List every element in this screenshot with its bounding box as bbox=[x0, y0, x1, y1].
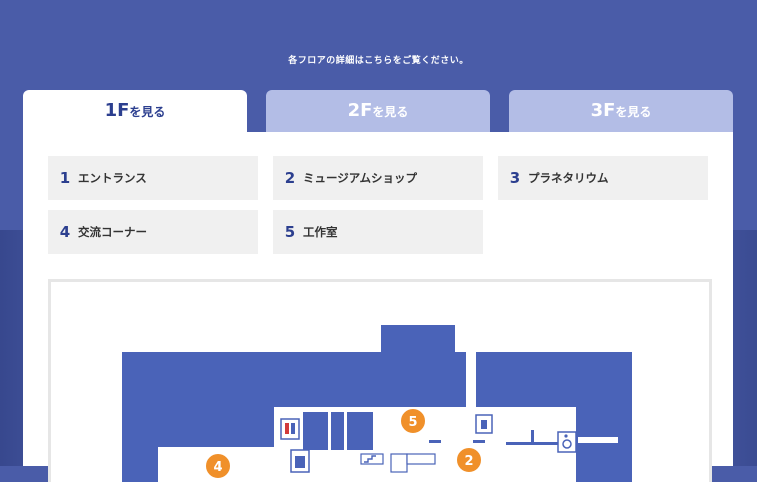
locker-icon bbox=[475, 414, 493, 434]
map-door bbox=[473, 440, 485, 443]
restroom-icon bbox=[280, 418, 300, 440]
area-button-planetarium[interactable]: 3 プラネタリウム bbox=[498, 156, 708, 200]
map-corridor-vertical bbox=[466, 352, 476, 407]
area-label: 工作室 bbox=[303, 225, 338, 239]
map-marker-4[interactable]: 4 bbox=[204, 452, 232, 480]
area-button-exchange-corner[interactable]: 4 交流コーナー bbox=[48, 210, 258, 254]
area-number: 2 bbox=[284, 169, 296, 187]
area-label: 交流コーナー bbox=[78, 225, 147, 239]
area-label: プラネタリウム bbox=[528, 171, 609, 185]
tab-3f[interactable]: 3Fを見る bbox=[509, 90, 733, 132]
area-number: 1 bbox=[59, 169, 71, 187]
map-gap bbox=[578, 437, 618, 443]
map-room-top bbox=[381, 325, 455, 353]
map-marker-2[interactable]: 2 bbox=[455, 446, 483, 474]
map-room-lower-right bbox=[576, 442, 632, 482]
area-button-museum-shop[interactable]: 2 ミュージアムショップ bbox=[273, 156, 483, 200]
area-number: 4 bbox=[59, 223, 71, 241]
area-label: エントランス bbox=[78, 171, 147, 185]
map-room-divider bbox=[344, 412, 347, 450]
map-ledge bbox=[531, 430, 534, 445]
map-marker-5[interactable]: 5 bbox=[399, 407, 427, 435]
area-button-entrance[interactable]: 1 エントランス bbox=[48, 156, 258, 200]
tab-3f-floor: 3F bbox=[590, 100, 616, 121]
marker-label: 5 bbox=[408, 415, 417, 430]
tab-3f-label: を見る bbox=[615, 105, 652, 119]
tab-1f[interactable]: 1Fを見る bbox=[23, 90, 247, 132]
floor-map: 5 2 4 bbox=[48, 279, 712, 482]
map-room-divider bbox=[328, 412, 331, 450]
tab-2f-label: を見る bbox=[372, 105, 409, 119]
elevator-icon bbox=[290, 449, 310, 473]
floor-map-drawing: 5 2 4 bbox=[122, 325, 632, 482]
area-button-workshop[interactable]: 5 工作室 bbox=[273, 210, 483, 254]
area-label: ミュージアムショップ bbox=[303, 171, 417, 185]
wheelchair-icon bbox=[557, 431, 577, 453]
marker-label: 4 bbox=[213, 460, 222, 475]
intro-text: 各フロアの詳細はこちらをご覧ください。 bbox=[288, 56, 469, 66]
tab-1f-floor: 1F bbox=[104, 100, 130, 121]
map-room-small bbox=[303, 412, 373, 450]
tab-1f-label: を見る bbox=[129, 105, 166, 119]
tab-2f[interactable]: 2Fを見る bbox=[266, 90, 490, 132]
floor-tabs: 1Fを見る 2Fを見る 3Fを見る bbox=[23, 90, 733, 132]
floor-panel: 1 エントランス 2 ミュージアムショップ 3 プラネタリウム 4 交流コーナー… bbox=[23, 132, 733, 482]
tab-2f-floor: 2F bbox=[347, 100, 373, 121]
marker-label: 2 bbox=[464, 454, 473, 469]
area-number: 5 bbox=[284, 223, 296, 241]
map-door bbox=[429, 440, 441, 443]
area-number: 3 bbox=[509, 169, 521, 187]
